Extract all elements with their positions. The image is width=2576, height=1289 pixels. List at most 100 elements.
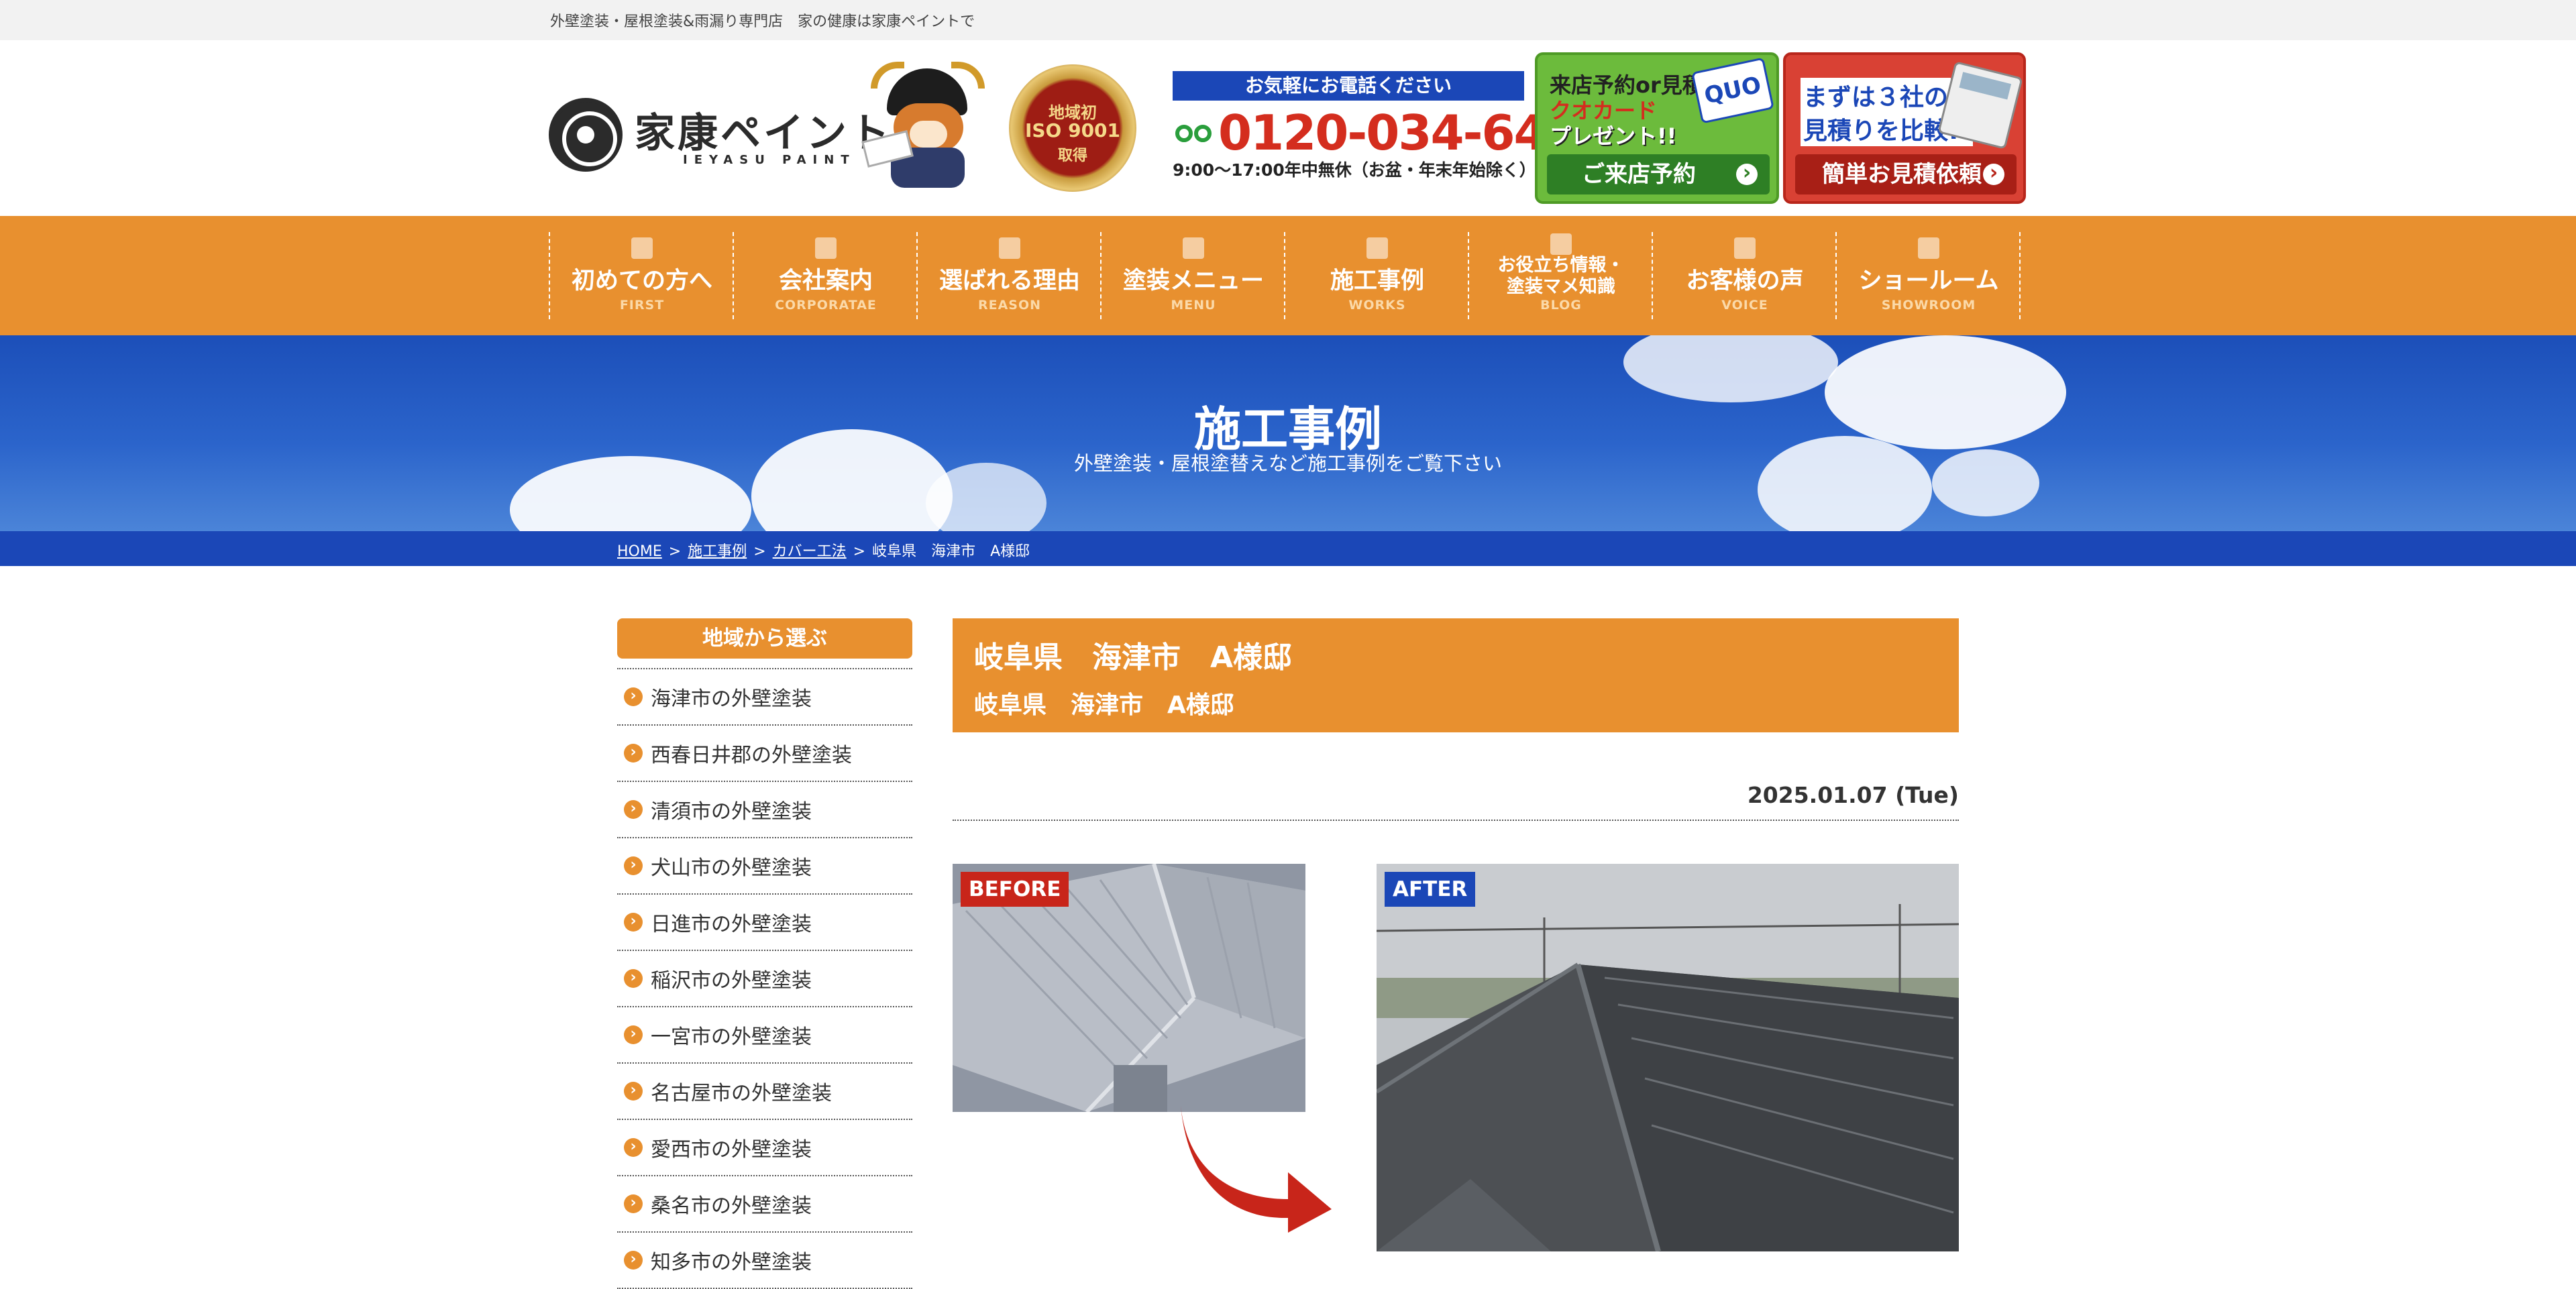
breadcrumb-category-link[interactable]: カバー工法	[773, 543, 847, 560]
area-list-item[interactable]: › 清須市の外壁塗装	[617, 782, 912, 838]
nav-label: お役立ち情報・ 塗装マメ知識	[1497, 255, 1625, 297]
chevron-right-icon: ›	[624, 1138, 643, 1157]
visit-reservation-button[interactable]: ご来店予約	[1547, 154, 1770, 194]
after-label: AFTER	[1385, 872, 1476, 907]
article-subtitle: 岐阜県 海津市 A様邸	[974, 691, 1234, 719]
chevron-right-icon: ›	[624, 687, 643, 706]
nav-item-works[interactable]: 施工事例 WORKS	[1285, 232, 1469, 319]
area-list-item[interactable]: › 稲沢市の外壁塗装	[617, 951, 912, 1007]
area-list-item[interactable]: › 桑名市の外壁塗装	[617, 1176, 912, 1233]
nav-label: 施工事例	[1330, 268, 1424, 294]
article-title-box: 岐阜県 海津市 A様邸 岐阜県 海津市 A様邸	[953, 618, 1959, 732]
chevron-right-icon: ›	[624, 800, 643, 819]
area-list-item[interactable]: › 一宮市の外壁塗装	[617, 1007, 912, 1064]
breadcrumb: HOME > 施工事例 > カバー工法 > 岐阜県 海津市 A様邸	[617, 539, 1030, 561]
area-link-label: 知多市の外壁塗装	[651, 1251, 812, 1274]
chevron-right-icon: ›	[624, 969, 643, 988]
notepad-icon	[1550, 233, 1572, 255]
shop-icon	[1918, 237, 1939, 259]
site-logo[interactable]: 家康ペイント IEYASU PAINT	[549, 59, 890, 173]
nav-label: 会社案内	[778, 268, 873, 294]
area-list-item[interactable]: › 海津市の外壁塗装	[617, 669, 912, 726]
badge-line-2: ISO 9001	[1024, 119, 1121, 142]
estimate-banner-line-1: まずは３社の	[1801, 78, 1951, 113]
area-link-label: 稲沢市の外壁塗装	[651, 969, 812, 993]
breadcrumb-current: 岐阜県 海津市 A様邸	[872, 543, 1030, 560]
brush-icon	[999, 237, 1020, 259]
page-hero: 施工事例 外壁塗装・屋根塗替えなど施工事例をご覧下さい	[0, 335, 2576, 531]
global-nav: 初めての方へ FIRST 会社案内 CORPORATAE 選ばれる理由 REAS…	[0, 216, 2576, 335]
paint-bucket-icon	[1183, 237, 1204, 259]
chevron-right-icon: ›	[624, 744, 643, 763]
area-link-label: 名古屋市の外壁塗装	[651, 1082, 832, 1105]
area-list-item[interactable]: › 知多市の外壁塗装	[617, 1233, 912, 1289]
estimate-request-banner[interactable]: まずは３社の 見積りを比較!! 簡単お見積依頼	[1783, 52, 2026, 204]
before-label: BEFORE	[961, 872, 1069, 907]
nav-item-reason[interactable]: 選ばれる理由 REASON	[918, 232, 1102, 319]
area-list-item[interactable]: › 犬山市の外壁塗装	[617, 838, 912, 895]
area-list-item[interactable]: › 名古屋市の外壁塗装	[617, 1064, 912, 1120]
nav-label-en: VOICE	[1721, 298, 1768, 313]
nav-label-en: SHOWROOM	[1881, 298, 1976, 313]
phone-contact[interactable]: お気軽にお電話ください 0120-034-640 9:00〜17:00年中無休（…	[1173, 71, 1580, 185]
nav-item-voice[interactable]: お客様の声 VOICE	[1653, 232, 1837, 319]
nav-item-menu[interactable]: 塗装メニュー MENU	[1102, 232, 1285, 319]
nav-item-showroom[interactable]: ショールーム SHOWROOM	[1837, 232, 2021, 319]
area-link-label: 西春日井郡の外壁塗装	[651, 744, 852, 767]
breadcrumb-home-link[interactable]: HOME	[617, 543, 662, 560]
breadcrumb-separator: >	[753, 543, 766, 560]
chevron-right-icon: ›	[624, 913, 643, 932]
breadcrumb-works-link[interactable]: 施工事例	[688, 543, 747, 560]
before-photo: BEFORE	[953, 864, 1305, 1112]
area-list-item[interactable]: › 愛西市の外壁塗装	[617, 1120, 912, 1176]
chevron-right-icon: ›	[624, 856, 643, 875]
nav-label-en: CORPORATAE	[775, 298, 877, 313]
nav-item-company[interactable]: 会社案内 CORPORATAE	[734, 232, 918, 319]
family-crest-icon	[549, 98, 623, 172]
area-list-item[interactable]: › 西春日井郡の外壁塗装	[617, 726, 912, 782]
chevron-right-icon: ›	[624, 1025, 643, 1044]
nav-item-first[interactable]: 初めての方へ FIRST	[550, 232, 734, 319]
visit-banner-line-3: プレゼント!!	[1550, 123, 1677, 149]
phone-caption: お気軽にお電話ください	[1173, 71, 1524, 101]
area-link-label: 一宮市の外壁塗装	[651, 1025, 812, 1049]
nav-item-blog[interactable]: お役立ち情報・ 塗装マメ知識 BLOG	[1469, 232, 1653, 319]
sidebar: 地域から選ぶ › 海津市の外壁塗装 › 西春日井郡の外壁塗装 › 清須市の外壁塗装 ›…	[617, 618, 912, 1289]
area-list: › 海津市の外壁塗装 › 西春日井郡の外壁塗装 › 清須市の外壁塗装 › 犬山市の外壁塗…	[617, 668, 912, 1289]
arrow-right-icon	[1181, 1105, 1332, 1233]
free-dial-icon	[1175, 125, 1214, 148]
nav-label: 塗装メニュー	[1122, 268, 1264, 294]
chevron-right-icon: ›	[624, 1194, 643, 1213]
area-link-label: 桑名市の外壁塗装	[651, 1194, 812, 1218]
visit-reservation-banner[interactable]: 来店予約or見積で クオカード プレゼント!! QUO ご来店予約	[1535, 52, 1779, 204]
badge-line-3: 取得	[1057, 148, 1087, 164]
estimate-request-button[interactable]: 簡単お見積依頼	[1795, 154, 2017, 194]
article-title: 岐阜県 海津市 A様邸	[974, 640, 1293, 675]
after-photo: AFTER	[1377, 864, 1959, 1251]
shield-icon	[631, 237, 653, 259]
mascot-illustration	[861, 62, 994, 193]
speaker-icon	[1734, 237, 1756, 259]
area-list-item[interactable]: › 日進市の外壁塗装	[617, 895, 912, 951]
breadcrumb-bar: HOME > 施工事例 > カバー工法 > 岐阜県 海津市 A様邸	[0, 531, 2576, 566]
phone-number[interactable]: 0120-034-640	[1218, 105, 1580, 161]
area-link-label: 清須市の外壁塗装	[651, 800, 812, 824]
chevron-right-icon: ›	[624, 1251, 643, 1270]
nav-label-en: WORKS	[1348, 298, 1406, 313]
article-date: 2025.01.07 (Tue)	[1747, 782, 1959, 808]
building-icon	[815, 237, 837, 259]
nav-label: ショールーム	[1858, 268, 1999, 294]
iso-badge: 地域初 ISO 9001 取得	[997, 64, 1155, 192]
breadcrumb-separator: >	[668, 543, 682, 560]
nav-label: お客様の声	[1686, 268, 1804, 294]
date-divider	[953, 820, 1959, 821]
nav-label: 選ばれる理由	[938, 268, 1080, 294]
logo-name: 家康ペイント	[635, 110, 892, 157]
logo-subtitle: IEYASU PAINT	[683, 153, 856, 167]
breadcrumb-separator: >	[853, 543, 866, 560]
page-subtitle: 外壁塗装・屋根塗替えなど施工事例をご覧下さい	[1073, 452, 1502, 475]
nav-label: 初めての方へ	[571, 268, 712, 294]
nav-label-en: BLOG	[1540, 298, 1582, 313]
chevron-right-icon: ›	[624, 1082, 643, 1101]
global-nav-inner: 初めての方へ FIRST 会社案内 CORPORATAE 選ばれる理由 REAS…	[549, 232, 2026, 319]
